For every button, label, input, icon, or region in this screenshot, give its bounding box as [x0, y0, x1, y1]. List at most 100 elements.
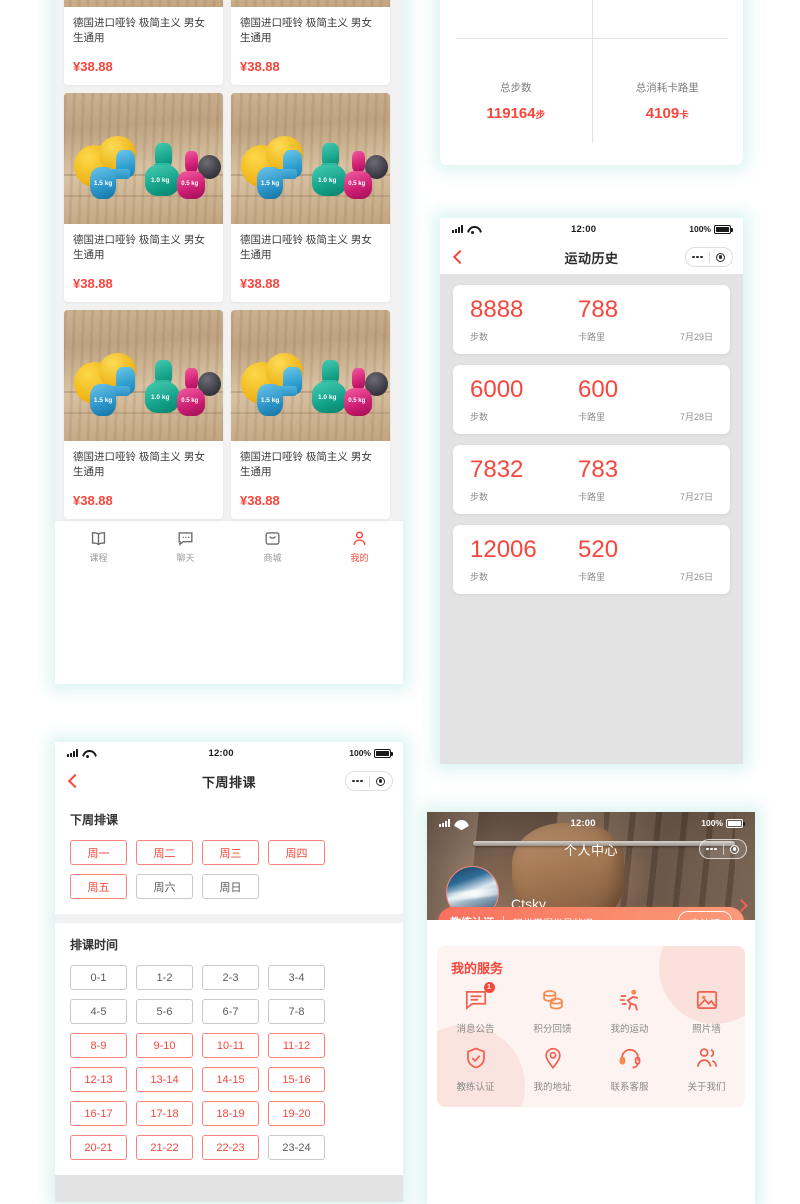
chip-周日[interactable]: 周日	[202, 874, 259, 899]
product-image[interactable]: 1.5 kg 1.0 kg 0.5 kg	[231, 0, 390, 7]
miniprogram-capsule[interactable]	[699, 839, 747, 859]
chip-周二[interactable]: 周二	[136, 840, 193, 865]
chip-8-9[interactable]: 8-9	[70, 1033, 127, 1058]
service-关于我们[interactable]: 关于我们	[668, 1043, 745, 1093]
history-record[interactable]: 6000 600 步数 卡路里 7月28日	[453, 365, 730, 434]
chip-0-1[interactable]: 0-1	[70, 965, 127, 990]
chip-18-19[interactable]: 18-19	[202, 1101, 259, 1126]
product-price: ¥38.88	[240, 493, 280, 508]
chip-7-8[interactable]: 7-8	[268, 999, 325, 1024]
service-label: 教练认证	[456, 1082, 495, 1093]
person-icon	[350, 529, 369, 548]
chip-10-11[interactable]: 10-11	[202, 1033, 259, 1058]
product-card[interactable]: 1.5 kg 1.0 kg 0.5 kg 德国进口哑铃 极简主义 男女生通用 ¥…	[64, 0, 223, 85]
chip-周五[interactable]: 周五	[70, 874, 127, 899]
coach-certification-banner[interactable]: 教练认证 轻松掌握学员状况 去认证	[438, 907, 744, 920]
tab-商城[interactable]: 商城	[229, 529, 316, 564]
tab-课程[interactable]: 课程	[55, 529, 142, 564]
chip-周一[interactable]: 周一	[70, 840, 127, 865]
chip-周三[interactable]: 周三	[202, 840, 259, 865]
chip-15-16[interactable]: 15-16	[268, 1067, 325, 1092]
stat-cell: 今日步数 119164步	[440, 0, 592, 38]
services-title: 我的服务	[451, 961, 504, 976]
status-time: 12:00	[570, 817, 596, 829]
calories-value: 788	[578, 296, 619, 323]
close-target-icon[interactable]	[370, 776, 392, 786]
chip-6-7[interactable]: 6-7	[202, 999, 259, 1024]
product-image[interactable]: 1.5 kg 1.0 kg 0.5 kg	[64, 310, 223, 441]
chip-14-15[interactable]: 14-15	[202, 1067, 259, 1092]
chip-20-21[interactable]: 20-21	[70, 1135, 127, 1160]
more-icon[interactable]	[687, 255, 709, 259]
history-record[interactable]: 7832 783 步数 卡路里 7月27日	[453, 445, 730, 514]
service-积分回馈[interactable]: 积分回馈	[514, 985, 591, 1035]
record-labels: 步数 卡路里 7月29日	[470, 330, 713, 343]
more-icon[interactable]	[701, 847, 723, 851]
service-label: 消息公告	[456, 1024, 495, 1035]
chip-21-22[interactable]: 21-22	[136, 1135, 193, 1160]
chip-12-13[interactable]: 12-13	[70, 1067, 127, 1092]
chip-16-17[interactable]: 16-17	[70, 1101, 127, 1126]
chip-2-3[interactable]: 2-3	[202, 965, 259, 990]
service-教练认证[interactable]: 教练认证	[437, 1043, 514, 1093]
chip-9-10[interactable]: 9-10	[136, 1033, 193, 1058]
product-image[interactable]: 1.5 kg 1.0 kg 0.5 kg	[231, 93, 390, 224]
product-photo: 1.5 kg 1.0 kg 0.5 kg	[64, 310, 223, 441]
service-联系客服[interactable]: 联系客服	[591, 1043, 668, 1093]
chip-23-24[interactable]: 23-24	[268, 1135, 325, 1160]
status-left	[452, 225, 478, 234]
service-我的地址[interactable]: 我的地址	[514, 1043, 591, 1093]
chip-13-14[interactable]: 13-14	[136, 1067, 193, 1092]
product-card[interactable]: 1.5 kg 1.0 kg 0.5 kg 德国进口哑铃 极简主义 男女生通用 ¥…	[231, 310, 390, 519]
product-card[interactable]: 1.5 kg 1.0 kg 0.5 kg 德国进口哑铃 极简主义 男女生通用 ¥…	[64, 310, 223, 519]
miniprogram-capsule[interactable]	[685, 247, 733, 267]
tab-聊天[interactable]: 聊天	[142, 529, 229, 564]
tab-label: 商城	[263, 553, 282, 563]
stat-label: 总步数	[500, 82, 532, 95]
status-left	[67, 749, 93, 758]
go-certify-button[interactable]: 去认证	[678, 911, 732, 920]
miniprogram-capsule[interactable]	[345, 771, 393, 791]
chip-周六[interactable]: 周六	[136, 874, 193, 899]
product-image[interactable]: 1.5 kg 1.0 kg 0.5 kg	[231, 310, 390, 441]
back-icon[interactable]	[68, 773, 78, 789]
product-scroll-area[interactable]: 1.5 kg 1.0 kg 0.5 kg 德国进口哑铃 极简主义 男女生通用 ¥…	[55, 0, 403, 520]
chip-1-2[interactable]: 1-2	[136, 965, 193, 990]
product-info: 德国进口哑铃 极简主义 男女生通用 ¥38.88	[231, 441, 390, 519]
close-target-icon[interactable]	[724, 844, 746, 854]
chip-5-6[interactable]: 5-6	[136, 999, 193, 1024]
chip-19-20[interactable]: 19-20	[268, 1101, 325, 1126]
product-image[interactable]: 1.5 kg 1.0 kg 0.5 kg	[64, 93, 223, 224]
history-record[interactable]: 8888 788 步数 卡路里 7月29日	[453, 285, 730, 354]
product-title: 德国进口哑铃 极简主义 男女生通用	[240, 234, 372, 262]
service-我的运动[interactable]: 我的运动	[591, 985, 668, 1035]
close-target-icon[interactable]	[710, 252, 732, 262]
product-image[interactable]: 1.5 kg 1.0 kg 0.5 kg	[64, 0, 223, 7]
chip-周四[interactable]: 周四	[268, 840, 325, 865]
chip-22-23[interactable]: 22-23	[202, 1135, 259, 1160]
product-card[interactable]: 1.5 kg 1.0 kg 0.5 kg 德国进口哑铃 极简主义 男女生通用 ¥…	[64, 93, 223, 302]
service-消息公告[interactable]: 1 消息公告	[437, 982, 514, 1035]
more-icon[interactable]	[347, 779, 369, 783]
calories-value: 520	[578, 536, 619, 563]
back-icon[interactable]	[453, 249, 463, 265]
tab-label: 我的	[350, 553, 369, 563]
step-stats-card: 今日步数 119164步今日消耗卡路里 809卡总步数 119164步总消耗卡路…	[440, 0, 743, 165]
status-time: 12:00	[570, 223, 597, 235]
service-照片墙[interactable]: 照片墙	[668, 985, 745, 1035]
history-list[interactable]: 8888 788 步数 卡路里 7月29日 6000 600 步数 卡路里 7月…	[440, 274, 743, 764]
battery-percent: 100%	[689, 224, 711, 234]
product-card[interactable]: 1.5 kg 1.0 kg 0.5 kg 德国进口哑铃 极简主义 男女生通用 ¥…	[231, 0, 390, 85]
product-title: 德国进口哑铃 极简主义 男女生通用	[73, 451, 205, 479]
history-record[interactable]: 12006 520 步数 卡路里 7月26日	[453, 525, 730, 594]
chip-11-12[interactable]: 11-12	[268, 1033, 325, 1058]
product-price: ¥38.88	[73, 493, 113, 508]
stat-value: 119164步	[486, 105, 545, 122]
tab-我的[interactable]: 我的	[316, 529, 403, 564]
chip-4-5[interactable]: 4-5	[70, 999, 127, 1024]
steps-value: 12006	[470, 536, 537, 563]
product-card[interactable]: 1.5 kg 1.0 kg 0.5 kg 德国进口哑铃 极简主义 男女生通用 ¥…	[231, 93, 390, 302]
chip-3-4[interactable]: 3-4	[268, 965, 325, 990]
mockup-canvas: 1.5 kg 1.0 kg 0.5 kg 德国进口哑铃 极简主义 男女生通用 ¥…	[0, 0, 800, 1204]
chip-17-18[interactable]: 17-18	[136, 1101, 193, 1126]
